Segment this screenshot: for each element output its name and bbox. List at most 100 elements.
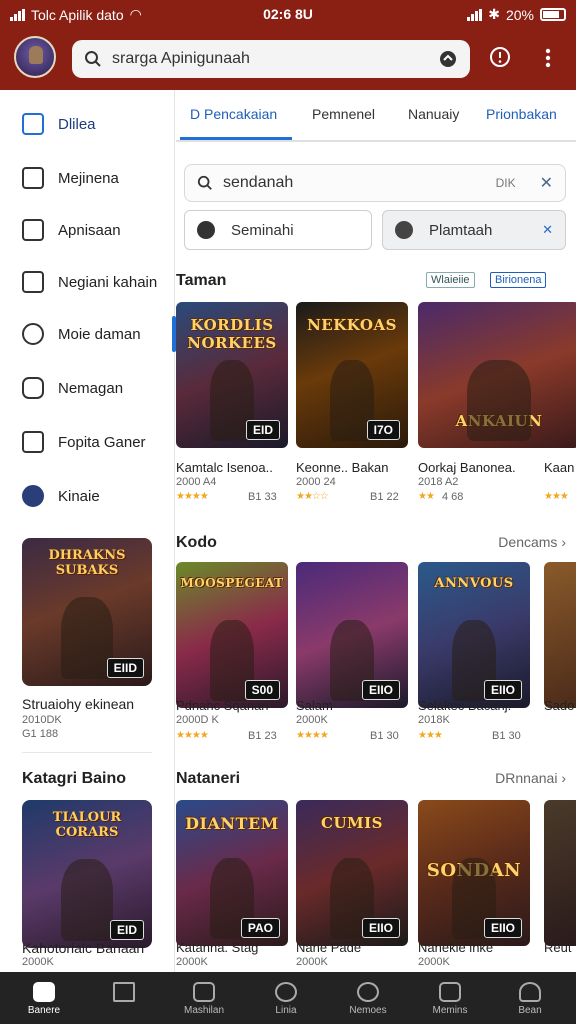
price-badge: I7O (366, 420, 400, 440)
price-badge: EIID (106, 658, 144, 678)
mic-icon[interactable] (438, 49, 458, 69)
nav-search[interactable]: Nemoes (332, 972, 404, 1024)
game-art-title: MOOSPEGEAT (180, 576, 284, 590)
pin-icon[interactable]: ✕ (542, 222, 553, 238)
message-icon (439, 982, 461, 1002)
game-card[interactable]: DIANTEM PAO (176, 800, 288, 946)
game-card[interactable] (544, 562, 576, 708)
price-badge: EIIO (361, 918, 400, 938)
filter-search-input[interactable]: sendanah DIK ✕ (184, 164, 566, 202)
home-icon (33, 982, 55, 1002)
game-sub: 2000K (418, 956, 450, 968)
game-name: Oorkaj Banonea. (418, 460, 516, 475)
price-badge: PAO (240, 918, 280, 938)
chip-label: Seminahi (231, 221, 294, 239)
sidebar-item-8[interactable]: Kinaie (0, 474, 175, 518)
game-card[interactable]: CUMIS EIIO (296, 800, 408, 946)
game-name: Nane Pade (296, 940, 362, 955)
sidebar-item-label: Kinaie (58, 487, 100, 505)
featured-game-sub: 2010DK (22, 714, 62, 726)
game-sub: 2000D K (176, 714, 219, 726)
nav-label: Mashilan (183, 1005, 225, 1016)
main-content: D Pencakaian Pemnenel Nanuaiy Prionbakan… (176, 90, 576, 972)
sidebar-item-label: Mejinena (58, 169, 119, 187)
game-size: B1 22 (370, 491, 399, 503)
game-card[interactable]: NEKKOAS I7O (296, 302, 408, 448)
game-sub: 2000 A4 (176, 476, 217, 488)
filter-pill[interactable]: Wlaieiie (426, 272, 475, 288)
alert-icon[interactable] (488, 46, 512, 70)
section-more-link[interactable]: DRnnanai › (495, 770, 566, 786)
section-title: Kodo (176, 534, 217, 551)
featured-game-title: Struaiohy ekinean (22, 696, 135, 712)
sidebar-item-label: Fopita Ganer (58, 433, 146, 451)
filter-search-extra: DIK (495, 176, 516, 190)
sidebar-item-label: Negiani kahain (58, 273, 158, 291)
game-name: Keonne.. Bakan (296, 460, 389, 475)
sidebar-item-home[interactable]: Dlilea (0, 102, 175, 146)
game-size: 4 68 (442, 491, 464, 503)
nav-label: Nemoes (349, 1005, 387, 1016)
game-name: Nanekie ihke (418, 940, 494, 955)
tab-bar: D Pencakaian Pemnenel Nanuaiy Prionbakan (176, 90, 576, 142)
search-icon (197, 175, 212, 190)
price-badge: EID (109, 920, 144, 940)
rating-stars: ★★★★ (176, 491, 209, 502)
game-art-title: DIANTEM (185, 814, 279, 833)
game-art-title: DHRAKNS SUBAKS (48, 548, 126, 578)
featured-game-card[interactable]: DHRAKNS SUBAKS EIID (22, 538, 152, 686)
game-card[interactable] (544, 800, 576, 946)
featured-game-sub: 2000K (22, 956, 54, 968)
more-icon[interactable] (536, 46, 560, 70)
nav-clock[interactable]: Linia (250, 972, 322, 1024)
section-more-link[interactable]: Dencams › (498, 534, 566, 550)
game-card[interactable]: ANNVOUS EIIO (418, 562, 530, 708)
chart-icon (22, 431, 44, 453)
sidebar-item-label: Nemagan (58, 379, 124, 397)
filter-pill[interactable]: Birionena (490, 272, 547, 288)
nav-box[interactable]: Mashilan (168, 972, 240, 1024)
nav-home[interactable]: Banere (8, 972, 80, 1024)
game-card[interactable]: ANKAIUN (418, 302, 576, 448)
sidebar-item-4[interactable]: Negiani kahain (0, 260, 175, 304)
bag-icon (22, 377, 44, 399)
game-name: Kamtalc Isenoa.. (176, 460, 273, 475)
featured-game-title: Kahotorlalc Bahaan (22, 940, 145, 956)
avatar[interactable] (14, 36, 56, 78)
game-name: Reut (544, 940, 572, 955)
featured-game-card[interactable]: TIALOUR CORARS EID (22, 800, 152, 948)
search-input[interactable]: srarga Apinigunaah (72, 40, 470, 78)
nav-send[interactable] (88, 972, 160, 1024)
chip-1[interactable]: Seminahi (184, 210, 372, 250)
game-name: Kaan (544, 460, 575, 475)
sidebar-item-5[interactable]: Moie daman (0, 312, 175, 356)
tab-4[interactable]: Prionbakan (486, 106, 557, 122)
clear-icon[interactable]: ✕ (540, 173, 553, 193)
sidebar-item-label: Moie daman (58, 325, 141, 343)
game-card[interactable]: MOOSPEGEAT S00 (176, 562, 288, 708)
tab-search[interactable]: D Pencakaian (190, 106, 277, 122)
sidebar-item-7[interactable]: Fopita Ganer (0, 420, 175, 464)
chip-2[interactable]: Plamtaah ✕ (382, 210, 566, 250)
rating-stars: ★★★★ (176, 730, 209, 741)
sidebar-item-3[interactable]: Apnisaan (0, 208, 175, 252)
filter-search-text: sendanah (223, 174, 294, 191)
game-card[interactable]: EIIO (296, 562, 408, 708)
nav-messages[interactable]: Memins (414, 972, 486, 1024)
game-sub: 2000K (176, 956, 208, 968)
sidebar-item-6[interactable]: Nemagan (0, 366, 175, 410)
sidebar-item-2[interactable]: Mejinena (0, 156, 175, 200)
rating-stars: ★★★ (544, 491, 569, 502)
game-sub: 2000K (296, 956, 328, 968)
price-badge: EIIO (483, 918, 522, 938)
game-sub: 2000 24 (296, 476, 336, 488)
nav-profile[interactable]: Bean (494, 972, 566, 1024)
game-size: B1 30 (370, 730, 399, 742)
featured-game-size: G1 188 (22, 728, 59, 740)
tab-3[interactable]: Nanuaiy (408, 106, 459, 122)
section-title: Nataneri (176, 770, 241, 787)
tab-2[interactable]: Pemnenel (312, 106, 375, 122)
game-card[interactable]: KORDLIS NORKEES EID (176, 302, 288, 448)
game-card[interactable]: SONDAN EIIO (418, 800, 530, 946)
clock-icon (275, 982, 297, 1002)
